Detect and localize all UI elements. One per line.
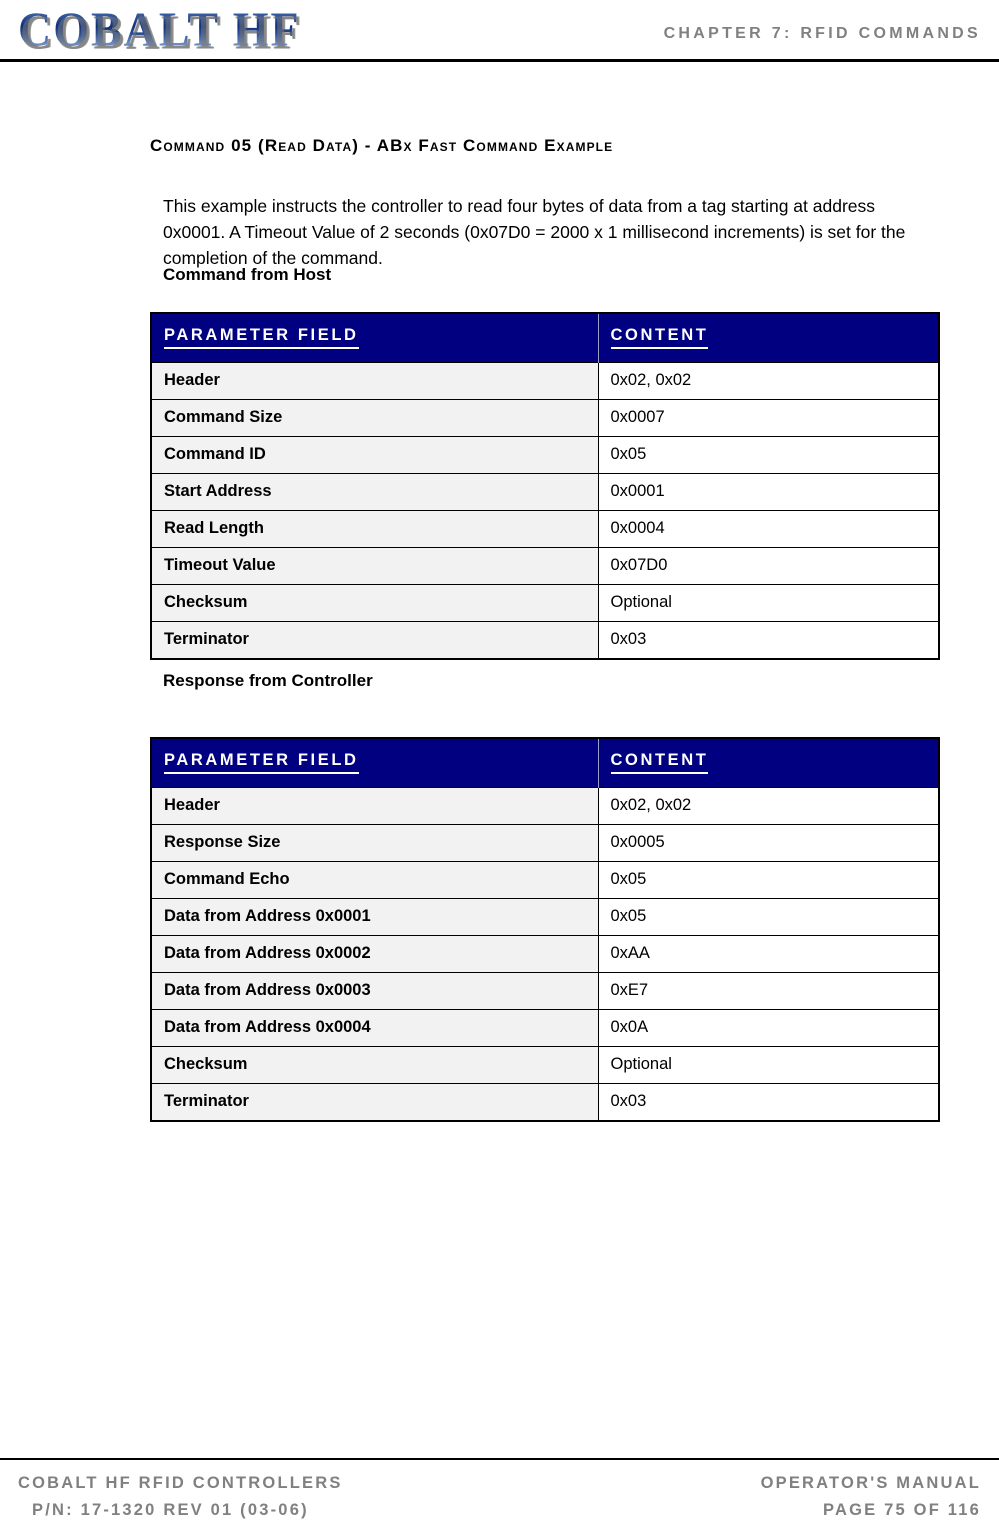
cell-content: 0x0004 (598, 510, 939, 548)
column-header-parameter-field: PARAMETER FIELD (151, 313, 599, 363)
table-row: Terminator 0x03 (151, 621, 939, 659)
cell-parameter-field: Header (151, 787, 599, 825)
cell-content: 0xE7 (598, 972, 939, 1010)
table-caption-response-from-controller: Response from Controller (163, 671, 373, 690)
cell-parameter-field: Response Size (151, 824, 599, 862)
cell-parameter-field: Checksum (151, 1046, 599, 1084)
cell-content: 0xAA (598, 935, 939, 973)
intro-paragraph: This example instructs the controller to… (163, 195, 906, 268)
table-header-row: PARAMETER FIELD CONTENT (151, 313, 939, 363)
page-footer: COBALT HF RFID CONTROLLERS P/N: 17-1320 … (0, 1458, 999, 1530)
cell-parameter-field: Data from Address 0x0002 (151, 935, 599, 973)
table-row: Data from Address 0x0001 0x05 (151, 898, 939, 936)
table-row: Header 0x02, 0x02 (151, 787, 939, 825)
cell-content: 0x03 (598, 1083, 939, 1121)
cell-parameter-field: Command Size (151, 399, 599, 437)
table-row: Data from Address 0x0002 0xAA (151, 935, 939, 973)
table-row: Terminator 0x03 (151, 1083, 939, 1121)
table-row: Response Size 0x0005 (151, 824, 939, 862)
cell-parameter-field: Timeout Value (151, 547, 599, 585)
table-row: Command Size 0x0007 (151, 399, 939, 437)
table-row: Checksum Optional (151, 1046, 939, 1084)
cell-content: 0x05 (598, 861, 939, 899)
table-row: Read Length 0x0004 (151, 510, 939, 548)
footer-divider (0, 1458, 999, 1460)
cell-content: Optional (598, 584, 939, 622)
cell-parameter-field: Checksum (151, 584, 599, 622)
footer-right-block: OPERATOR'S MANUAL PAGE 75 OF 116 (761, 1470, 981, 1524)
footer-page-number: PAGE 75 OF 116 (823, 1501, 981, 1519)
cell-parameter-field: Data from Address 0x0001 (151, 898, 599, 936)
cell-content: 0x05 (598, 898, 939, 936)
cell-parameter-field: Terminator (151, 1083, 599, 1121)
cell-parameter-field: Command ID (151, 436, 599, 474)
cell-parameter-field: Header (151, 362, 599, 400)
table-row: Data from Address 0x0003 0xE7 (151, 972, 939, 1010)
brand-logo: COBALT HF COBALT HF (0, 0, 470, 59)
table-row: Command ID 0x05 (151, 436, 939, 474)
table-row: Timeout Value 0x07D0 (151, 547, 939, 585)
table-response-from-controller: PARAMETER FIELD CONTENT Header 0x02, 0x0… (150, 737, 940, 1122)
cell-content: 0x02, 0x02 (598, 362, 939, 400)
column-header-content: CONTENT (598, 738, 939, 788)
table-row: Command Echo 0x05 (151, 861, 939, 899)
cell-content: 0x0007 (598, 399, 939, 437)
cell-content: 0x0005 (598, 824, 939, 862)
document-page: COBALT HF COBALT HF CHAPTER 7: RFID COMM… (0, 0, 999, 1530)
section-heading: Command 05 (Read Data) - ABx Fast Comman… (150, 136, 614, 155)
cell-content: 0x05 (598, 436, 939, 474)
table-row: Checksum Optional (151, 584, 939, 622)
cell-parameter-field: Command Echo (151, 861, 599, 899)
table-header-row: PARAMETER FIELD CONTENT (151, 738, 939, 788)
cell-content: Optional (598, 1046, 939, 1084)
table-row: Header 0x02, 0x02 (151, 362, 939, 400)
table-row: Data from Address 0x0004 0x0A (151, 1009, 939, 1047)
cell-parameter-field: Read Length (151, 510, 599, 548)
footer-part-number: P/N: 17-1320 REV 01 (03-06) (32, 1501, 309, 1519)
cell-content: 0x02, 0x02 (598, 787, 939, 825)
cell-content: 0x0001 (598, 473, 939, 511)
table-row: Start Address 0x0001 (151, 473, 939, 511)
brand-logo-text: COBALT HF (18, 2, 438, 57)
cell-parameter-field: Data from Address 0x0003 (151, 972, 599, 1010)
cell-parameter-field: Data from Address 0x0004 (151, 1009, 599, 1047)
column-header-content: CONTENT (598, 313, 939, 363)
cell-content: 0x07D0 (598, 547, 939, 585)
table-caption-command-from-host: Command from Host (163, 265, 332, 284)
cell-parameter-field: Terminator (151, 621, 599, 659)
cell-content: 0x03 (598, 621, 939, 659)
header-divider (0, 59, 999, 62)
footer-manual-type: OPERATOR'S MANUAL (760, 1474, 981, 1492)
cell-content: 0x0A (598, 1009, 939, 1047)
page-header: COBALT HF COBALT HF CHAPTER 7: RFID COMM… (0, 0, 999, 62)
footer-product-name: COBALT HF RFID CONTROLLERS (18, 1474, 343, 1492)
column-header-parameter-field: PARAMETER FIELD (151, 738, 599, 788)
cell-parameter-field: Start Address (151, 473, 599, 511)
chapter-title: CHAPTER 7: RFID COMMANDS (663, 25, 981, 42)
table-command-from-host: PARAMETER FIELD CONTENT Header 0x02, 0x0… (150, 312, 940, 660)
footer-left-block: COBALT HF RFID CONTROLLERS P/N: 17-1320 … (18, 1470, 343, 1524)
